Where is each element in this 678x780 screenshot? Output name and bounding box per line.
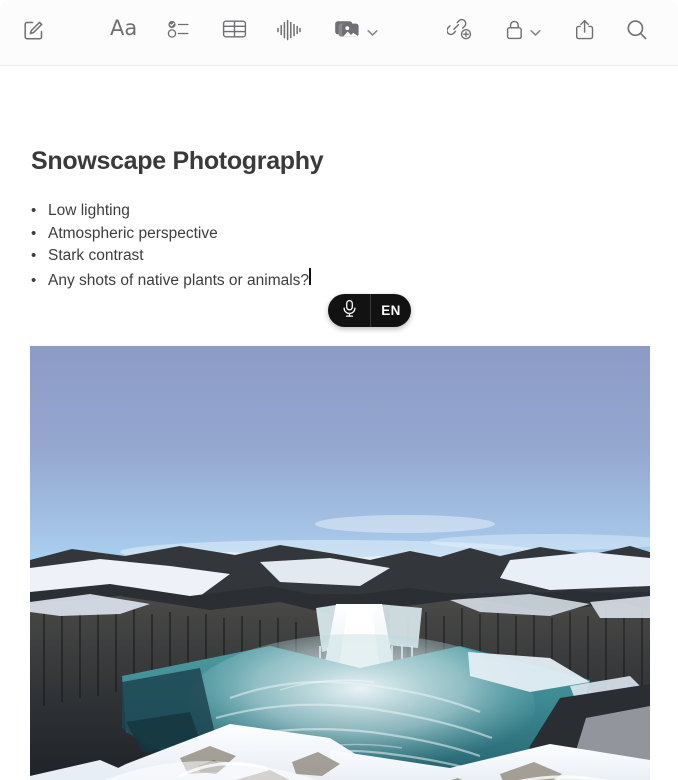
list-item-label: Any shots of native plants or animals?	[48, 271, 310, 289]
list-item[interactable]: • Atmospheric perspective	[31, 223, 311, 246]
search-button[interactable]	[625, 18, 649, 47]
list-item[interactable]: • Stark contrast	[31, 245, 311, 268]
table-icon	[222, 18, 247, 45]
bullet-marker: •	[31, 202, 37, 219]
bullet-marker: •	[31, 271, 37, 289]
list-item-label: Atmospheric perspective	[48, 224, 218, 242]
dictation-popup[interactable]: EN	[328, 294, 411, 327]
lock-button[interactable]	[504, 18, 541, 47]
share-button[interactable]	[574, 18, 596, 47]
list-item[interactable]: • Low lighting	[31, 200, 311, 223]
note-title[interactable]: Snowscape Photography	[31, 147, 324, 176]
media-button[interactable]	[334, 18, 378, 47]
list-item-label: Low lighting	[48, 202, 130, 219]
snowscape-waterfall-image	[30, 346, 650, 780]
audio-waveform-icon	[276, 18, 302, 47]
checklist-icon	[167, 18, 191, 45]
chevron-down-icon	[367, 24, 378, 42]
format-button[interactable]: Aa	[110, 18, 137, 39]
audio-button[interactable]	[276, 18, 302, 47]
microphone-icon	[341, 299, 358, 323]
list-item[interactable]: • Any shots of native plants or animals?	[31, 267, 311, 293]
table-button[interactable]	[222, 18, 247, 45]
link-add-icon	[446, 18, 473, 47]
text-cursor	[309, 267, 311, 285]
compose-button[interactable]	[22, 18, 46, 47]
note-attachment-photo[interactable]	[30, 346, 650, 780]
notes-window: Aa Snowscape Photography • Low lighting …	[0, 0, 678, 780]
compose-icon	[22, 18, 46, 47]
dictation-language-button[interactable]: EN	[371, 294, 411, 327]
toolbar: Aa	[0, 0, 678, 66]
link-button[interactable]	[446, 18, 473, 47]
list-item-label: Stark contrast	[48, 247, 144, 264]
bullet-marker: •	[31, 247, 37, 264]
share-icon	[574, 18, 596, 47]
lock-icon	[504, 18, 525, 47]
bullet-marker: •	[31, 224, 37, 242]
media-photos-icon	[334, 18, 362, 47]
chevron-down-icon	[530, 24, 541, 42]
checklist-button[interactable]	[167, 18, 191, 45]
format-aa-icon: Aa	[110, 16, 138, 40]
search-icon	[625, 18, 649, 47]
bullet-list[interactable]: • Low lighting • Atmospheric perspective…	[31, 200, 311, 292]
dictation-mic-button[interactable]	[328, 294, 370, 327]
